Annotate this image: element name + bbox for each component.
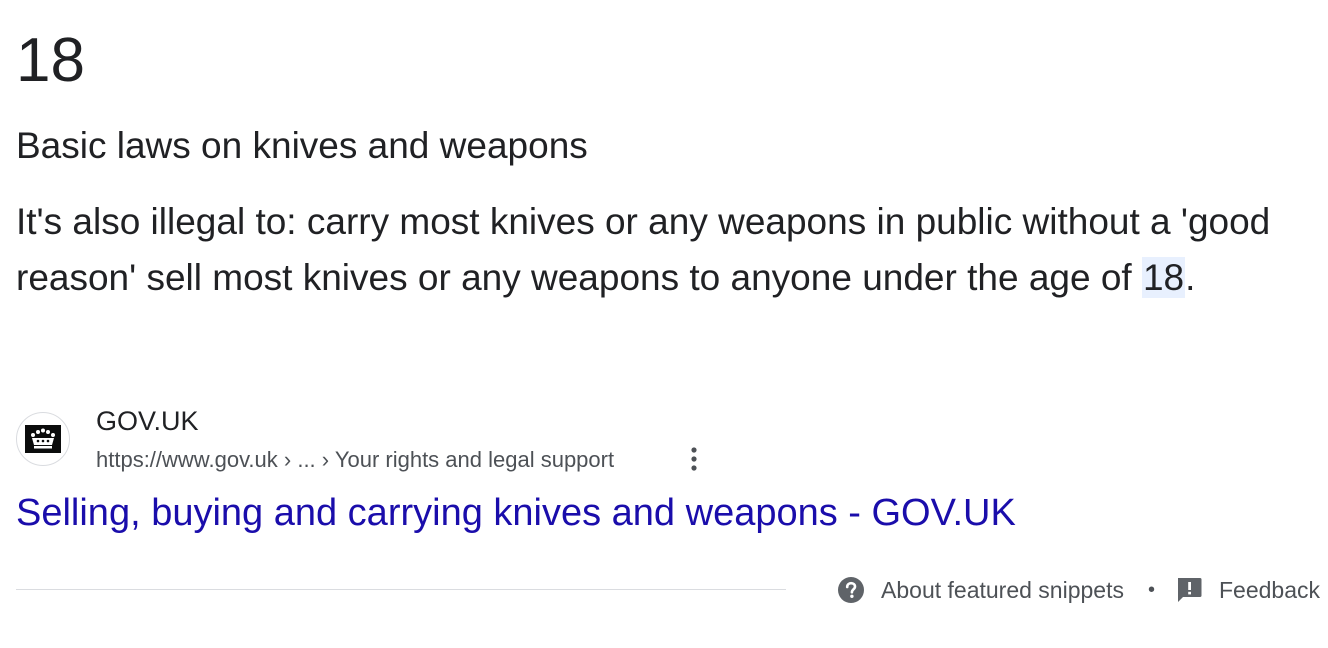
result-title-link[interactable]: Selling, buying and carrying knives and …	[16, 488, 1016, 538]
snippet-text-before: It's also illegal to: carry most knives …	[16, 201, 1271, 298]
feedback-button[interactable]: Feedback	[1175, 576, 1320, 604]
vertical-dots-icon	[690, 446, 698, 477]
snippet-text-after: .	[1185, 257, 1196, 298]
site-favicon[interactable]	[16, 412, 70, 466]
site-name[interactable]: GOV.UK	[96, 404, 199, 438]
snippet-highlight: 18	[1141, 257, 1186, 298]
snippet-text: It's also illegal to: carry most knives …	[16, 194, 1312, 306]
feedback-icon	[1175, 576, 1203, 604]
about-featured-snippets-label: About featured snippets	[881, 576, 1124, 603]
question-circle-icon	[837, 576, 865, 604]
crown-icon	[25, 425, 61, 453]
footer-divider	[16, 589, 786, 590]
about-featured-snippets-button[interactable]: About featured snippets	[837, 576, 1124, 604]
source-attribution: GOV.UK https://www.gov.uk › ... › Your r…	[16, 404, 716, 474]
answer-value: 18	[16, 26, 85, 95]
feedback-label: Feedback	[1218, 576, 1320, 603]
site-url[interactable]: https://www.gov.uk › ... › Your rights a…	[96, 446, 614, 474]
snippet-footer: About featured snippets • Feedback	[837, 572, 1320, 608]
footer-separator: •	[1147, 578, 1155, 601]
answer-subtitle: Basic laws on knives and weapons	[16, 125, 588, 166]
featured-snippet: 18 Basic laws on knives and weapons It's…	[0, 0, 1328, 648]
more-options-button[interactable]	[682, 444, 706, 478]
